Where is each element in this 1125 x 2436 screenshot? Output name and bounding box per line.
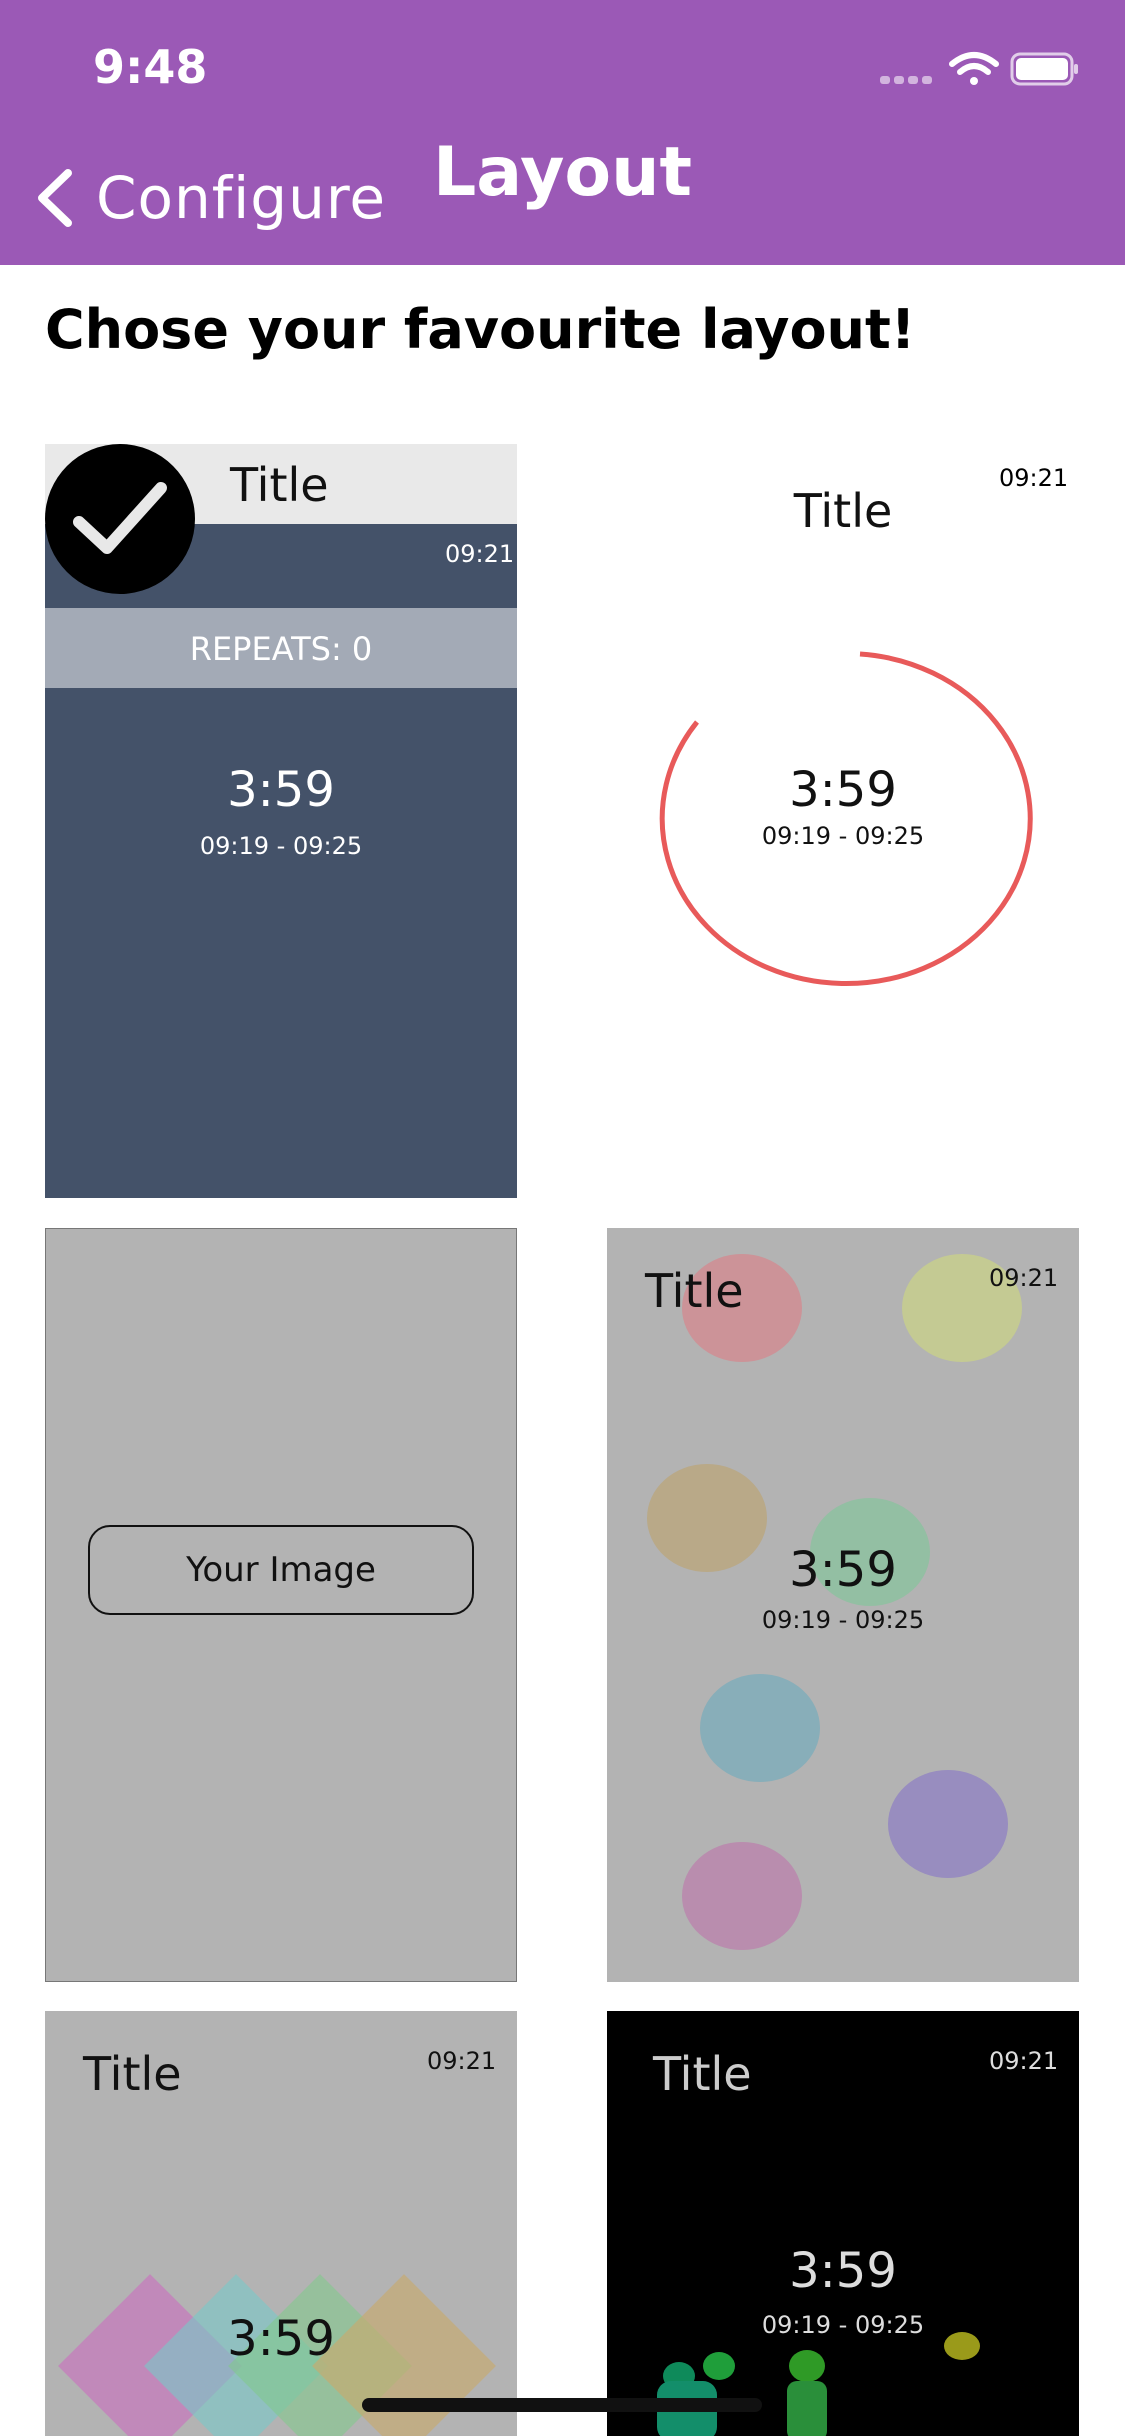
tile-timer: 3:59 — [789, 762, 897, 818]
tile-title: Title — [230, 458, 329, 512]
tile-range: 09:19 - 09:25 — [761, 1606, 925, 1634]
progress-ring — [659, 651, 1033, 987]
layout-option-5[interactable]: Title 09:21 3:59 — [45, 2011, 517, 2436]
tile-timer: 3:59 — [789, 1542, 897, 1598]
section-heading: Chose your favourite layout! — [45, 298, 916, 361]
status-time: 9:48 — [93, 40, 208, 94]
wifi-icon — [949, 52, 999, 85]
tile-title: Title — [83, 2047, 182, 2101]
tile-clock: 09:21 — [427, 2047, 497, 2075]
tile-timer: 3:59 — [227, 762, 335, 818]
layout-option-6[interactable]: Title 09:21 3:59 09:19 - 09:25 — [607, 2011, 1079, 2436]
tile-title: Title — [645, 1264, 744, 1318]
bubble — [888, 1770, 1008, 1878]
home-indicator[interactable] — [362, 2398, 762, 2412]
tile-timer: 3:59 — [227, 2311, 335, 2367]
checkmark-icon — [45, 444, 195, 594]
repeats-label: REPEATS: 0 — [189, 630, 373, 668]
signal-icon — [880, 76, 932, 84]
tile-clock: 09:21 — [445, 540, 515, 568]
layout-option-3[interactable]: Your Image — [45, 1228, 517, 1982]
page-title: Layout — [432, 133, 693, 212]
leaf-decoration — [657, 2332, 980, 2436]
bubble — [682, 1842, 802, 1950]
battery-icon — [1010, 52, 1078, 86]
tile-range: 09:19 - 09:25 — [761, 822, 925, 850]
status-icons — [880, 52, 1078, 86]
layout-option-4[interactable]: Title 09:21 3:59 09:19 - 09:25 — [607, 1228, 1079, 1982]
tile-clock: 09:21 — [989, 1264, 1059, 1292]
layout-option-2[interactable]: 09:21 Title 3:59 09:19 - 09:25 — [607, 444, 1079, 1198]
your-image-button[interactable]: Your Image — [88, 1525, 474, 1615]
tile-range: 09:19 - 09:25 — [199, 832, 363, 860]
bubble — [700, 1674, 820, 1782]
layout-option-1[interactable]: Title 09:21 REPEATS: 0 3:59 09:19 - 09:2… — [45, 444, 517, 1198]
